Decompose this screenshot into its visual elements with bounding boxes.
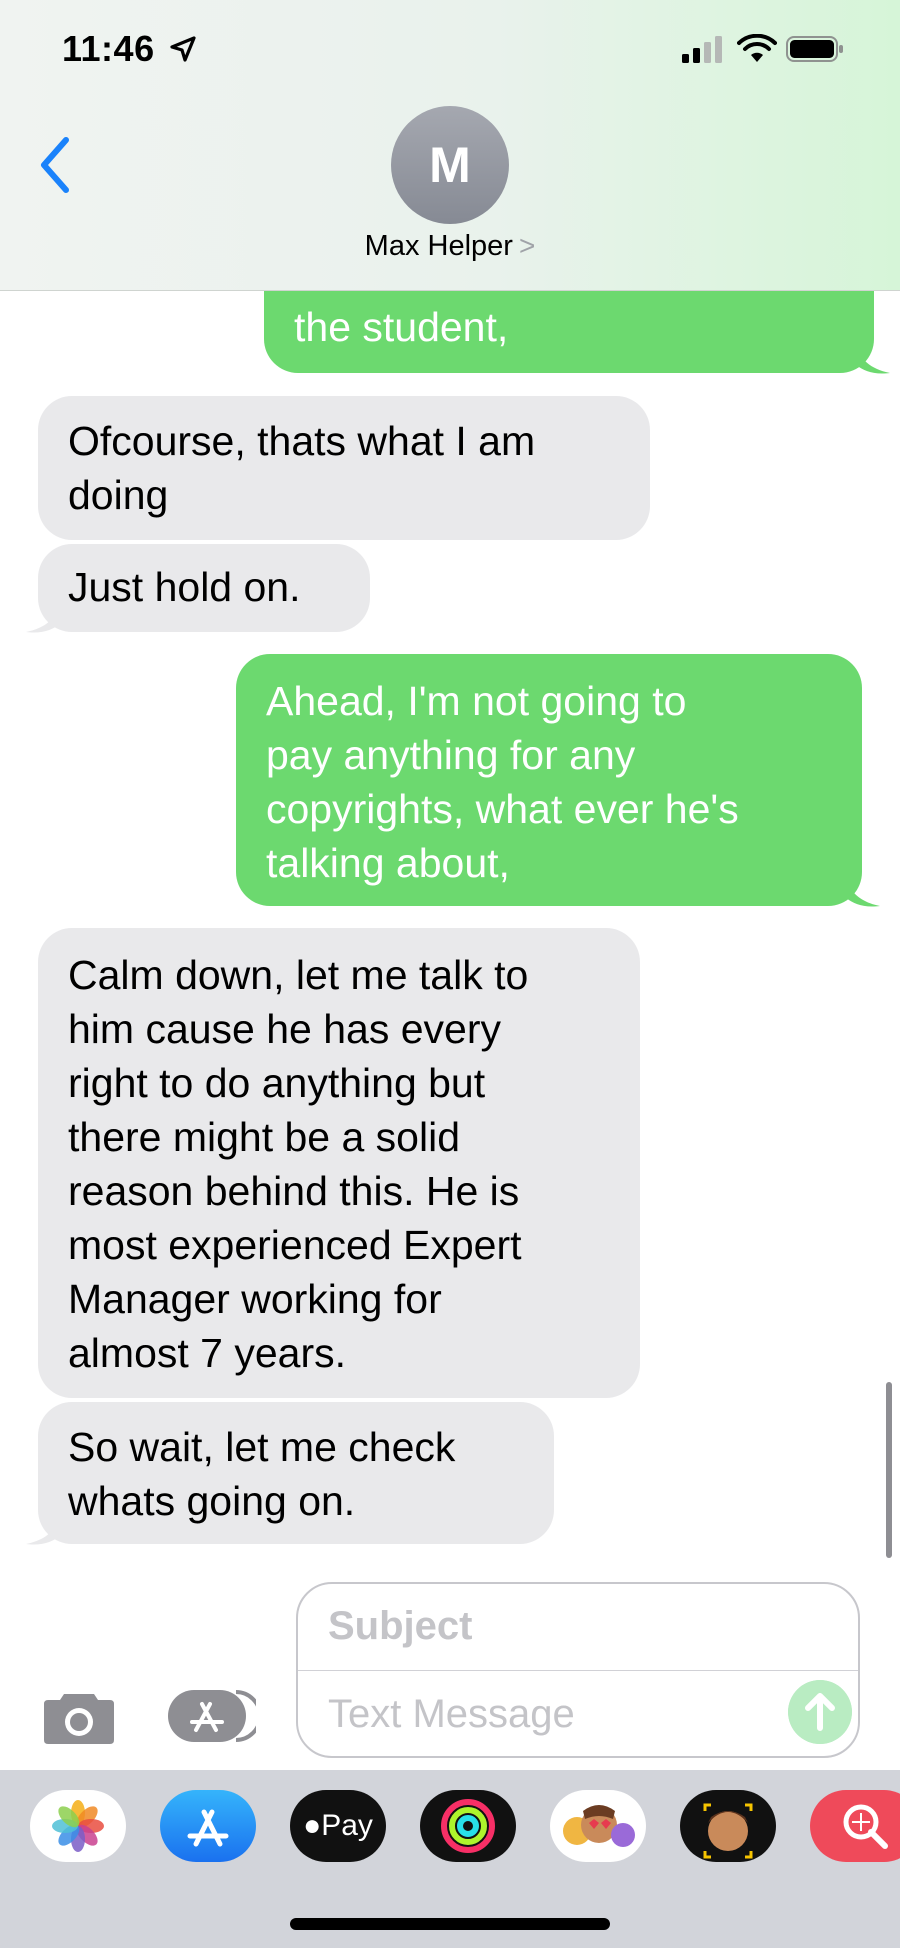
status-time: 11:46 <box>62 28 155 69</box>
back-chevron-icon[interactable] <box>36 136 76 194</box>
message-line: right to do anything but <box>68 1060 486 1106</box>
app-store-apps-icon[interactable] <box>166 1688 256 1744</box>
bubble-tail <box>846 878 880 907</box>
activity-icon <box>441 1799 495 1853</box>
message-text: Just hold on. <box>68 564 301 610</box>
contact-name-row[interactable]: Max Helper > <box>0 230 900 263</box>
camera-icon[interactable] <box>42 1688 116 1746</box>
message-bubble-outgoing[interactable]: Ahead, I'm not going to pay anything for… <box>236 654 862 906</box>
chevron-right-icon: > <box>518 230 536 261</box>
message-line: doing <box>68 472 169 518</box>
appstore-icon <box>187 1809 229 1847</box>
message-line: most experienced Expert <box>68 1222 522 1268</box>
message-line: talking about, <box>266 840 510 886</box>
text-message-input[interactable]: Text Message <box>328 1692 575 1737</box>
home-indicator[interactable] <box>290 1918 610 1930</box>
bubble-tail <box>26 604 60 633</box>
memoji-button[interactable] <box>680 1790 776 1862</box>
apple-pay-label: Pay <box>321 1809 373 1842</box>
message-line: So wait, let me check <box>68 1424 456 1470</box>
message-line: Calm down, let me talk to <box>68 952 529 998</box>
message-line: Ofcourse, thats what I am <box>68 418 536 464</box>
scrollbar[interactable] <box>886 1382 892 1558</box>
message-line: pay anything for any <box>266 732 636 778</box>
app-store-button[interactable] <box>160 1790 256 1862</box>
contact-avatar[interactable]: M <box>391 106 509 224</box>
image-search-button[interactable] <box>810 1790 900 1862</box>
message-line: Manager working for <box>68 1276 442 1322</box>
app-drawer: ●Pay <box>0 1770 900 1948</box>
message-line: him cause he has every <box>68 1006 502 1052</box>
message-line: copyrights, what ever he's <box>266 786 739 832</box>
memoji-icon <box>703 1803 753 1859</box>
bubble-tail <box>856 345 890 374</box>
message-bubble-incoming[interactable]: Just hold on. <box>38 544 370 632</box>
cellular-signal-icon <box>682 36 722 63</box>
photos-app-button[interactable] <box>30 1790 126 1862</box>
contact-name: Max Helper <box>364 230 513 262</box>
message-bubble-incoming[interactable]: So wait, let me check whats going on. <box>38 1402 554 1544</box>
send-arrow-icon[interactable] <box>788 1680 852 1744</box>
subject-input[interactable]: Subject <box>328 1604 472 1649</box>
apple-pay-button[interactable]: ●Pay <box>290 1790 386 1862</box>
message-line: almost 7 years. <box>68 1330 346 1376</box>
compose-field[interactable]: Subject Text Message <box>296 1582 860 1758</box>
bubble-tail <box>26 1516 60 1545</box>
applepay-icon: ●Pay <box>303 1809 373 1842</box>
message-line: whats going on. <box>68 1478 356 1524</box>
message-text: the student, <box>294 304 509 350</box>
message-line: Ahead, I'm not going to <box>266 678 687 724</box>
message-line: there might be a solid <box>68 1114 461 1160</box>
message-bubble-incoming[interactable]: Calm down, let me talk to him cause he h… <box>38 928 640 1398</box>
wifi-icon <box>737 34 777 62</box>
activity-button[interactable] <box>420 1790 516 1862</box>
message-line: reason behind this. He is <box>68 1168 520 1214</box>
image-search-icon <box>843 1804 888 1849</box>
compose-divider <box>298 1670 858 1671</box>
photos-icon <box>52 1800 104 1852</box>
conversation-header: 11:46 M Max Helper > <box>0 0 900 291</box>
memoji-stickers-icon <box>563 1805 635 1847</box>
message-bubble-incoming[interactable]: Ofcourse, thats what I am doing <box>38 396 650 540</box>
memoji-stickers-button[interactable] <box>550 1790 646 1862</box>
battery-icon <box>786 36 843 62</box>
location-arrow-icon <box>170 36 196 62</box>
